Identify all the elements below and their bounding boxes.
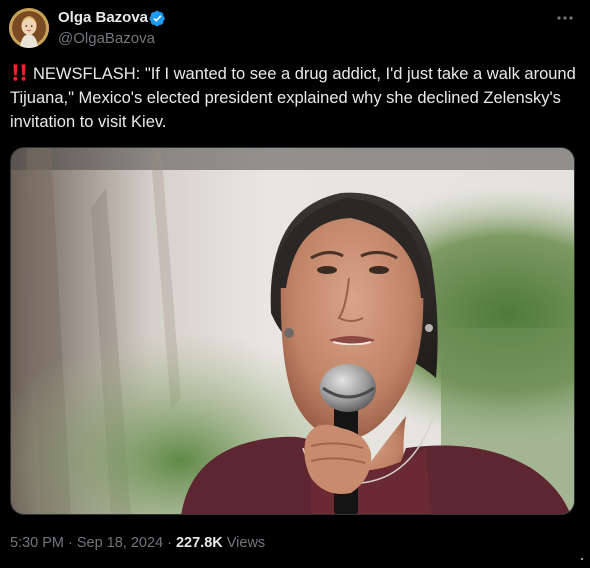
ellipsis-icon (557, 16, 573, 20)
author-handle[interactable]: @OlgaBazova (58, 30, 155, 48)
tweet-body: NEWSFLASH: "If I wanted to see a drug ad… (10, 65, 576, 131)
views-count: 227.8K (175, 535, 223, 551)
views-label: Views (226, 535, 266, 551)
meta-separator: · (167, 535, 172, 551)
tweet-time[interactable]: 5:30 PM (10, 535, 64, 551)
corner-marker (581, 558, 583, 560)
verified-badge-icon (149, 10, 165, 27)
author-avatar[interactable] (9, 8, 49, 48)
tweet-date[interactable]: Sep 18, 2024 (77, 535, 163, 551)
author-display-name[interactable]: Olga Bazova (58, 9, 148, 27)
tweet-media-photo[interactable] (10, 147, 575, 515)
tweet-card: Olga Bazova @OlgaBazova NEWSFLASH: "If I… (0, 0, 590, 568)
tweet-text: NEWSFLASH: "If I wanted to see a drug ad… (10, 62, 576, 134)
portrait-avatar-icon (9, 8, 49, 48)
meta-separator: · (68, 535, 73, 551)
more-options-icon[interactable] (553, 8, 577, 28)
woman-speaking-into-microphone-photo-icon (11, 148, 574, 514)
tweet-meta: 5:30 PM · Sep 18, 2024 · 227.8K Views (10, 534, 265, 552)
double-exclamation-icon (13, 64, 26, 81)
